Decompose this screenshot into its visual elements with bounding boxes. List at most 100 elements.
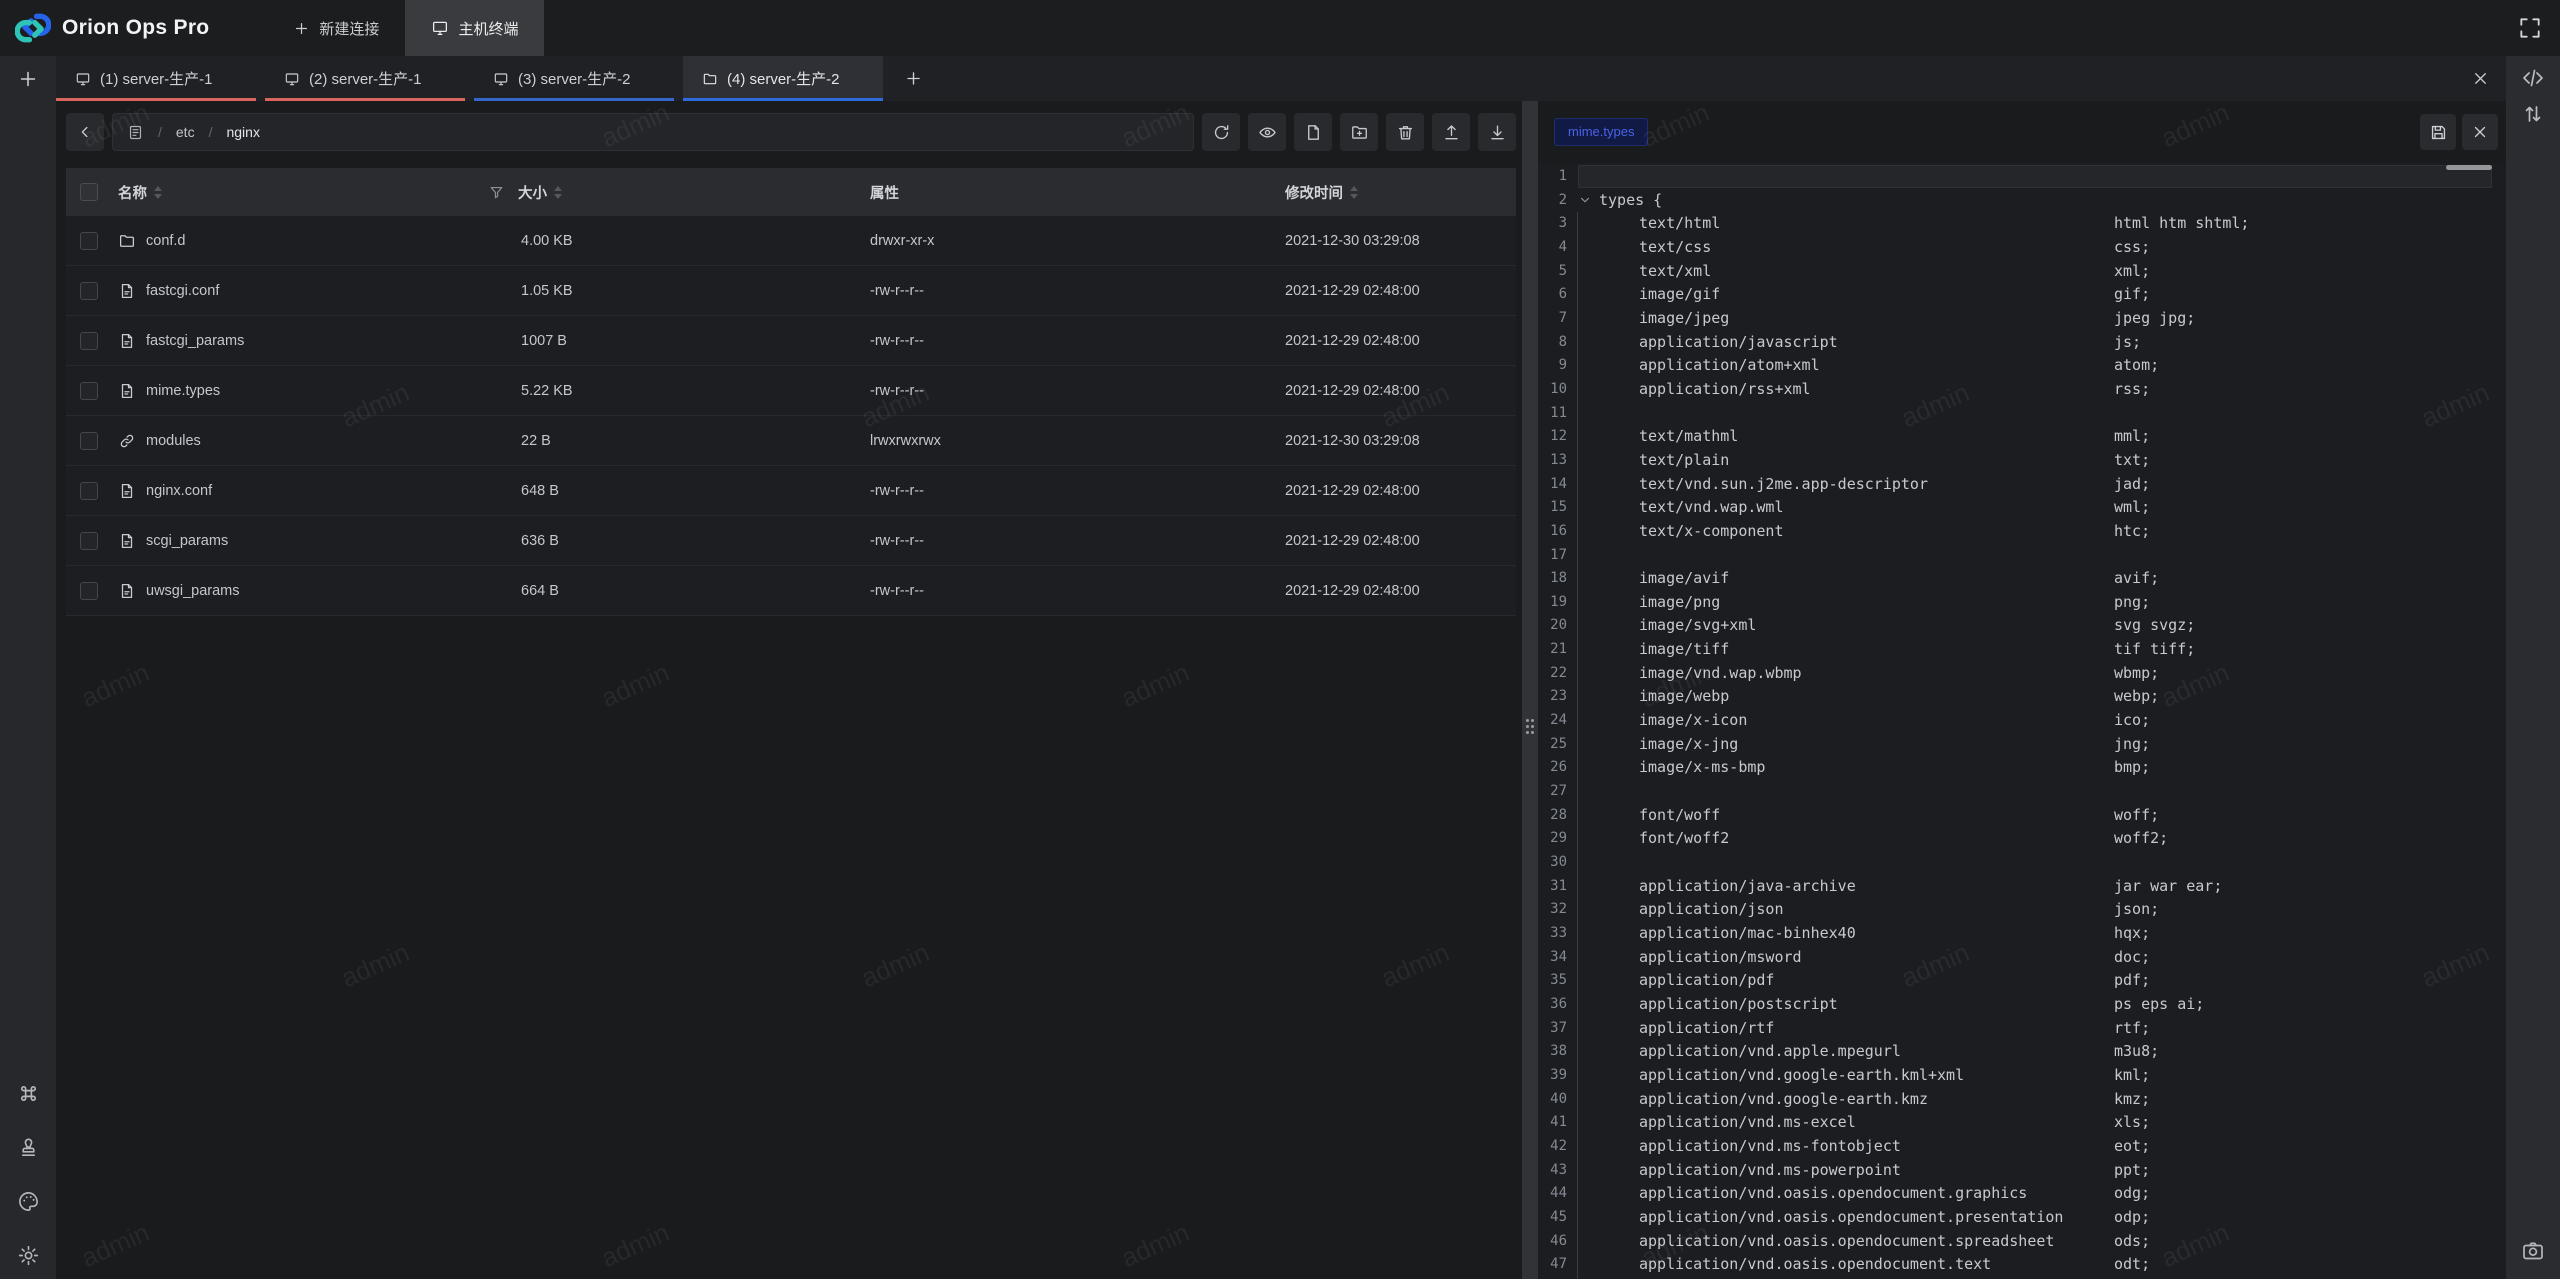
stamp-button[interactable] — [17, 1136, 40, 1159]
new-file-button[interactable] — [1294, 113, 1332, 151]
header-size[interactable]: 大小 — [484, 182, 854, 203]
file-modified: 2021-12-29 02:48:00 — [1269, 383, 1516, 399]
row-checkbox[interactable] — [80, 532, 98, 550]
fullscreen-button[interactable] — [2517, 15, 2543, 41]
line-number: 35 — [1538, 969, 1567, 993]
new-folder-button[interactable] — [1340, 113, 1378, 151]
line-number: 45 — [1538, 1206, 1567, 1230]
close-editor-button[interactable] — [2462, 114, 2498, 150]
sort-icon[interactable] — [1350, 186, 1358, 199]
nav-item-host-terminal[interactable]: 主机终端 — [405, 0, 544, 56]
panel-resize-handle[interactable] — [1522, 101, 1538, 1279]
file-row[interactable]: conf.d4.00 KBdrwxr-xr-x2021-12-30 03:29:… — [66, 216, 1516, 266]
row-checkbox[interactable] — [80, 382, 98, 400]
terminal-tab-3[interactable]: (3) server-生产-2 — [474, 56, 674, 101]
extension-text: rss; — [2114, 378, 2150, 402]
screenshot-button[interactable] — [2506, 1239, 2560, 1263]
row-checkbox[interactable] — [80, 332, 98, 350]
swap-vertical-button[interactable] — [2521, 102, 2545, 126]
breadcrumb-segment-nginx[interactable]: nginx — [226, 124, 259, 140]
eye-button[interactable] — [1248, 113, 1286, 151]
extension-text: bmp; — [2114, 756, 2150, 780]
extension-text: ppt; — [2114, 1159, 2150, 1183]
command-button[interactable] — [17, 1082, 40, 1105]
mime-type-text: application/vnd.ms-excel — [1639, 1111, 1856, 1135]
code-line: 30 — [1538, 851, 2506, 875]
line-number: 30 — [1538, 851, 1567, 875]
code-line: 5text/xmlxml; — [1538, 260, 2506, 284]
add-tab-button[interactable] — [892, 56, 934, 101]
file-row[interactable]: uwsgi_params664 B-rw-r--r--2021-12-29 02… — [66, 566, 1516, 616]
line-number: 44 — [1538, 1182, 1567, 1206]
sort-icon[interactable] — [154, 186, 162, 199]
extension-text: hqx; — [2114, 922, 2150, 946]
file-size: 4.00 KB — [484, 233, 854, 249]
code-editor[interactable]: 12types {3text/htmlhtml htm shtml;4text/… — [1538, 163, 2506, 1279]
rail-add-button[interactable] — [0, 56, 56, 101]
file-manager-toolbar: / etc / nginx — [66, 113, 1516, 151]
close-panel-button[interactable] — [2471, 69, 2490, 88]
terminal-tab-2[interactable]: (2) server-生产-1 — [265, 56, 465, 101]
extension-text: atom; — [2114, 354, 2159, 378]
column-label-size: 大小 — [518, 182, 547, 203]
line-number: 9 — [1538, 354, 1567, 378]
line-number: 7 — [1538, 307, 1567, 331]
file-row[interactable]: fastcgi_params1007 B-rw-r--r--2021-12-29… — [66, 316, 1516, 366]
mime-type-text: application/vnd.ms-fontobject — [1639, 1135, 1901, 1159]
code-line: 41application/vnd.ms-excelxls; — [1538, 1111, 2506, 1135]
file-row[interactable]: modules22 Blrwxrwxrwx2021-12-30 03:29:08 — [66, 416, 1516, 466]
row-checkbox[interactable] — [80, 432, 98, 450]
refresh-button[interactable] — [1202, 113, 1240, 151]
row-checkbox[interactable] — [80, 232, 98, 250]
save-button[interactable] — [2420, 114, 2456, 150]
file-attr: -rw-r--r-- — [854, 283, 1269, 299]
terminal-tab-4[interactable]: (4) server-生产-2 — [683, 56, 883, 101]
editor-file-tab[interactable]: mime.types — [1554, 118, 1648, 146]
code-line: 7image/jpegjpeg jpg; — [1538, 307, 2506, 331]
file-row[interactable]: mime.types5.22 KB-rw-r--r--2021-12-29 02… — [66, 366, 1516, 416]
upload-button[interactable] — [1432, 113, 1470, 151]
file-row[interactable]: nginx.conf648 B-rw-r--r--2021-12-29 02:4… — [66, 466, 1516, 516]
file-row[interactable]: scgi_params636 B-rw-r--r--2021-12-29 02:… — [66, 516, 1516, 566]
gear-button[interactable] — [17, 1244, 40, 1267]
code-line: 23image/webpwebp; — [1538, 685, 2506, 709]
delete-button[interactable] — [1386, 113, 1424, 151]
swap-vertical-icon — [2521, 102, 2545, 126]
header-attr: 属性 — [854, 182, 1269, 203]
row-checkbox[interactable] — [80, 482, 98, 500]
line-number: 24 — [1538, 709, 1567, 733]
file-name: uwsgi_params — [146, 583, 240, 599]
back-button[interactable] — [66, 113, 104, 151]
row-checkbox[interactable] — [80, 582, 98, 600]
nav-item-new-connection[interactable]: 新建连接 — [267, 0, 405, 56]
select-all-checkbox[interactable] — [80, 183, 98, 201]
file-name: modules — [146, 433, 201, 449]
breadcrumb-segment-etc[interactable]: etc — [176, 124, 195, 140]
line-number: 23 — [1538, 685, 1567, 709]
file-name: fastcgi.conf — [146, 283, 219, 299]
fold-toggle[interactable] — [1578, 193, 1592, 207]
left-rail — [0, 56, 56, 1279]
mime-type-text: application/rss+xml — [1639, 378, 1811, 402]
code-button[interactable] — [2521, 66, 2545, 90]
line-number: 11 — [1538, 402, 1567, 426]
header-modified[interactable]: 修改时间 — [1269, 182, 1516, 203]
download-button[interactable] — [1478, 113, 1516, 151]
file-name-cell: fastcgi_params — [114, 332, 484, 350]
header-name[interactable]: 名称 — [114, 182, 484, 203]
row-checkbox-cell — [66, 282, 114, 300]
file-row[interactable]: fastcgi.conf1.05 KB-rw-r--r--2021-12-29 … — [66, 266, 1516, 316]
palette-button[interactable] — [17, 1190, 40, 1213]
row-checkbox[interactable] — [80, 282, 98, 300]
filter-icon[interactable] — [488, 184, 505, 201]
brand: Orion Ops Pro — [0, 10, 209, 46]
mime-type-text: text/mathml — [1639, 425, 1738, 449]
gear-icon — [17, 1244, 40, 1267]
line-number: 46 — [1538, 1230, 1567, 1254]
editor-scrollbar-thumb[interactable] — [2446, 165, 2492, 170]
row-checkbox-cell — [66, 582, 114, 600]
row-checkbox-cell — [66, 232, 114, 250]
sort-icon[interactable] — [554, 186, 562, 199]
breadcrumb[interactable]: / etc / nginx — [112, 113, 1194, 151]
terminal-tab-1[interactable]: (1) server-生产-1 — [56, 56, 256, 101]
